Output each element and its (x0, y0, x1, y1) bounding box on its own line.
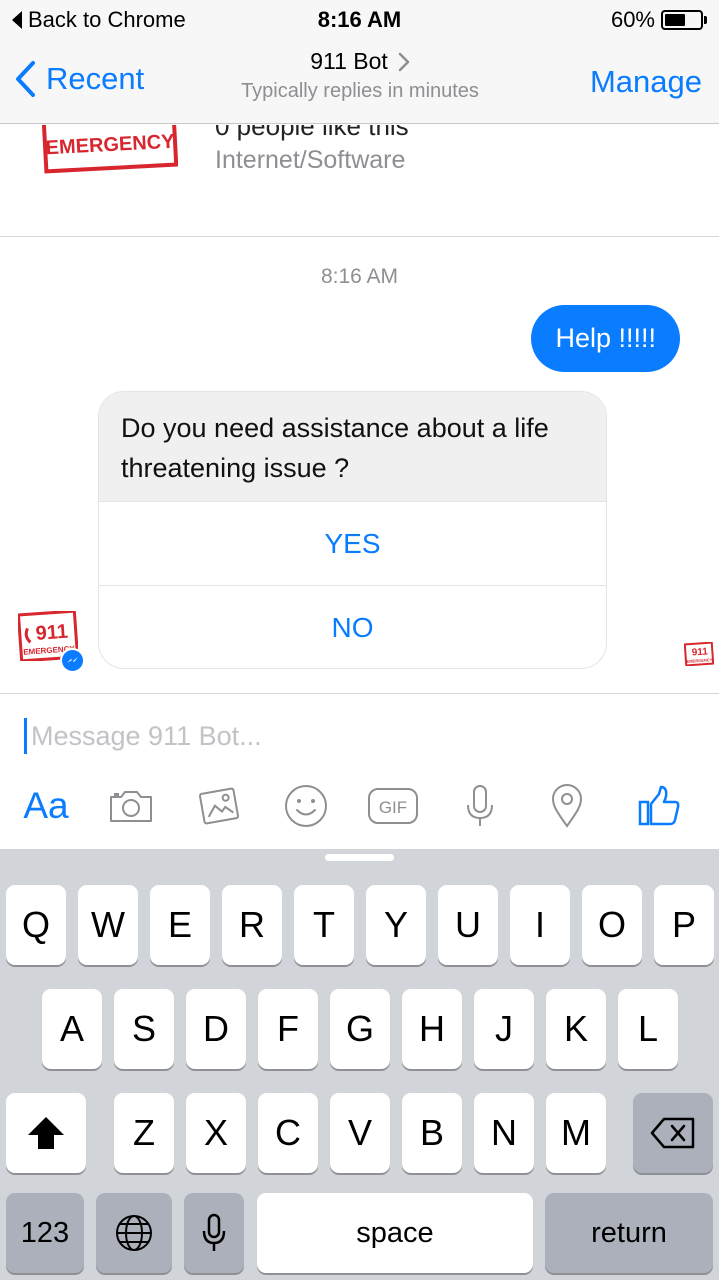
chevron-right-icon (398, 52, 410, 71)
key-m[interactable]: M (546, 1093, 606, 1173)
like-button[interactable] (636, 776, 682, 836)
space-key[interactable]: space (257, 1193, 533, 1273)
text-caret (24, 718, 27, 754)
key-r[interactable]: R (222, 885, 282, 965)
dictation-microphone-icon (202, 1213, 226, 1251)
recent-label: Recent (46, 61, 145, 96)
photo-icon (198, 787, 240, 825)
key-p[interactable]: P (654, 885, 714, 965)
battery-tip (704, 16, 707, 24)
key-q[interactable]: Q (6, 885, 66, 965)
page-likes: 0 people like this (215, 125, 409, 141)
message-input[interactable] (31, 716, 671, 756)
battery-indicator: 60% (611, 7, 707, 33)
key-f[interactable]: F (258, 989, 318, 1069)
key-t[interactable]: T (294, 885, 354, 965)
key-z[interactable]: Z (114, 1093, 174, 1173)
key-k[interactable]: K (546, 989, 606, 1069)
photo-gallery-button[interactable] (196, 776, 242, 836)
shift-key[interactable] (6, 1093, 86, 1173)
manage-button[interactable]: Manage (590, 64, 702, 100)
key-a[interactable]: A (42, 989, 102, 1069)
key-c[interactable]: C (258, 1093, 318, 1173)
keyboard-handle[interactable] (325, 854, 394, 861)
numbers-key[interactable]: 123 (6, 1193, 84, 1273)
location-pin-icon (551, 784, 583, 828)
key-l[interactable]: L (618, 989, 678, 1069)
status-bar: Back to Chrome 8:16 AM 60% (0, 0, 719, 40)
message-composer: Aa GIF (0, 693, 719, 849)
key-d[interactable]: D (186, 989, 246, 1069)
message-timestamp: 8:16 AM (320, 265, 399, 288)
shift-arrow-icon (28, 1117, 64, 1149)
yes-button[interactable]: YES (99, 501, 606, 585)
camera-button[interactable] (106, 776, 156, 836)
gif-button[interactable]: GIF (367, 776, 419, 836)
battery-percent: 60% (610, 7, 655, 32)
gif-icon: GIF (368, 788, 418, 824)
emergency-logo: EMERGENCY (42, 125, 178, 174)
messenger-badge-icon (60, 648, 85, 673)
battery-icon (661, 10, 703, 30)
key-b[interactable]: B (402, 1093, 462, 1173)
page-info: EMERGENCY 0 people like this Internet/So… (0, 125, 719, 237)
key-e[interactable]: E (150, 885, 210, 965)
backspace-icon (650, 1117, 695, 1149)
battery-fill (665, 14, 686, 26)
return-key[interactable]: return (545, 1193, 713, 1273)
recent-back-button[interactable]: Recent (14, 60, 144, 98)
keyboard: Q W E R T Y U I O P A S D F G H J K L Z … (0, 849, 719, 1280)
voice-message-button[interactable] (464, 776, 496, 836)
gif-label: GIF (379, 798, 407, 817)
no-button[interactable]: NO (99, 585, 606, 668)
globe-icon (116, 1215, 152, 1251)
thumbs-up-icon (638, 785, 680, 826)
avatar-text: 911 (35, 621, 69, 645)
composer-toolbar: Aa GIF (0, 776, 719, 836)
chevron-left-icon (16, 61, 35, 97)
bot-quick-reply-card: Do you need assistance about a life thre… (98, 391, 607, 669)
conversation-title: 911 Bot (310, 48, 388, 74)
key-s[interactable]: S (114, 989, 174, 1069)
text-format-button[interactable]: Aa (18, 776, 74, 836)
delete-key[interactable] (633, 1093, 713, 1173)
key-i[interactable]: I (510, 885, 570, 965)
page-category: Internet/Software (215, 146, 406, 174)
dictation-key[interactable] (184, 1193, 244, 1273)
key-y[interactable]: Y (366, 885, 426, 965)
key-x[interactable]: X (186, 1093, 246, 1173)
conversation-header[interactable]: 911 Bot Typically replies in minutes (160, 48, 560, 103)
camera-icon (110, 791, 152, 822)
microphone-icon (467, 785, 493, 826)
conversation-subtitle: Typically replies in minutes (241, 80, 479, 102)
bot-message-text: Do you need assistance about a life thre… (99, 392, 606, 501)
key-n[interactable]: N (474, 1093, 534, 1173)
key-o[interactable]: O (582, 885, 642, 965)
emoji-button[interactable] (283, 776, 329, 836)
key-h[interactable]: H (402, 989, 462, 1069)
nav-bar: Recent 911 Bot Typically replies in minu… (0, 40, 719, 124)
globe-key[interactable] (96, 1193, 172, 1273)
key-j[interactable]: J (474, 989, 534, 1069)
outgoing-message-bubble[interactable]: Help !!!!! (531, 305, 680, 372)
key-v[interactable]: V (330, 1093, 390, 1173)
location-button[interactable] (550, 776, 584, 836)
smiley-icon (285, 785, 327, 827)
key-g[interactable]: G (330, 989, 390, 1069)
key-u[interactable]: U (438, 885, 498, 965)
read-receipt-avatar: 911 EMERGENCY (684, 642, 714, 666)
key-w[interactable]: W (78, 885, 138, 965)
